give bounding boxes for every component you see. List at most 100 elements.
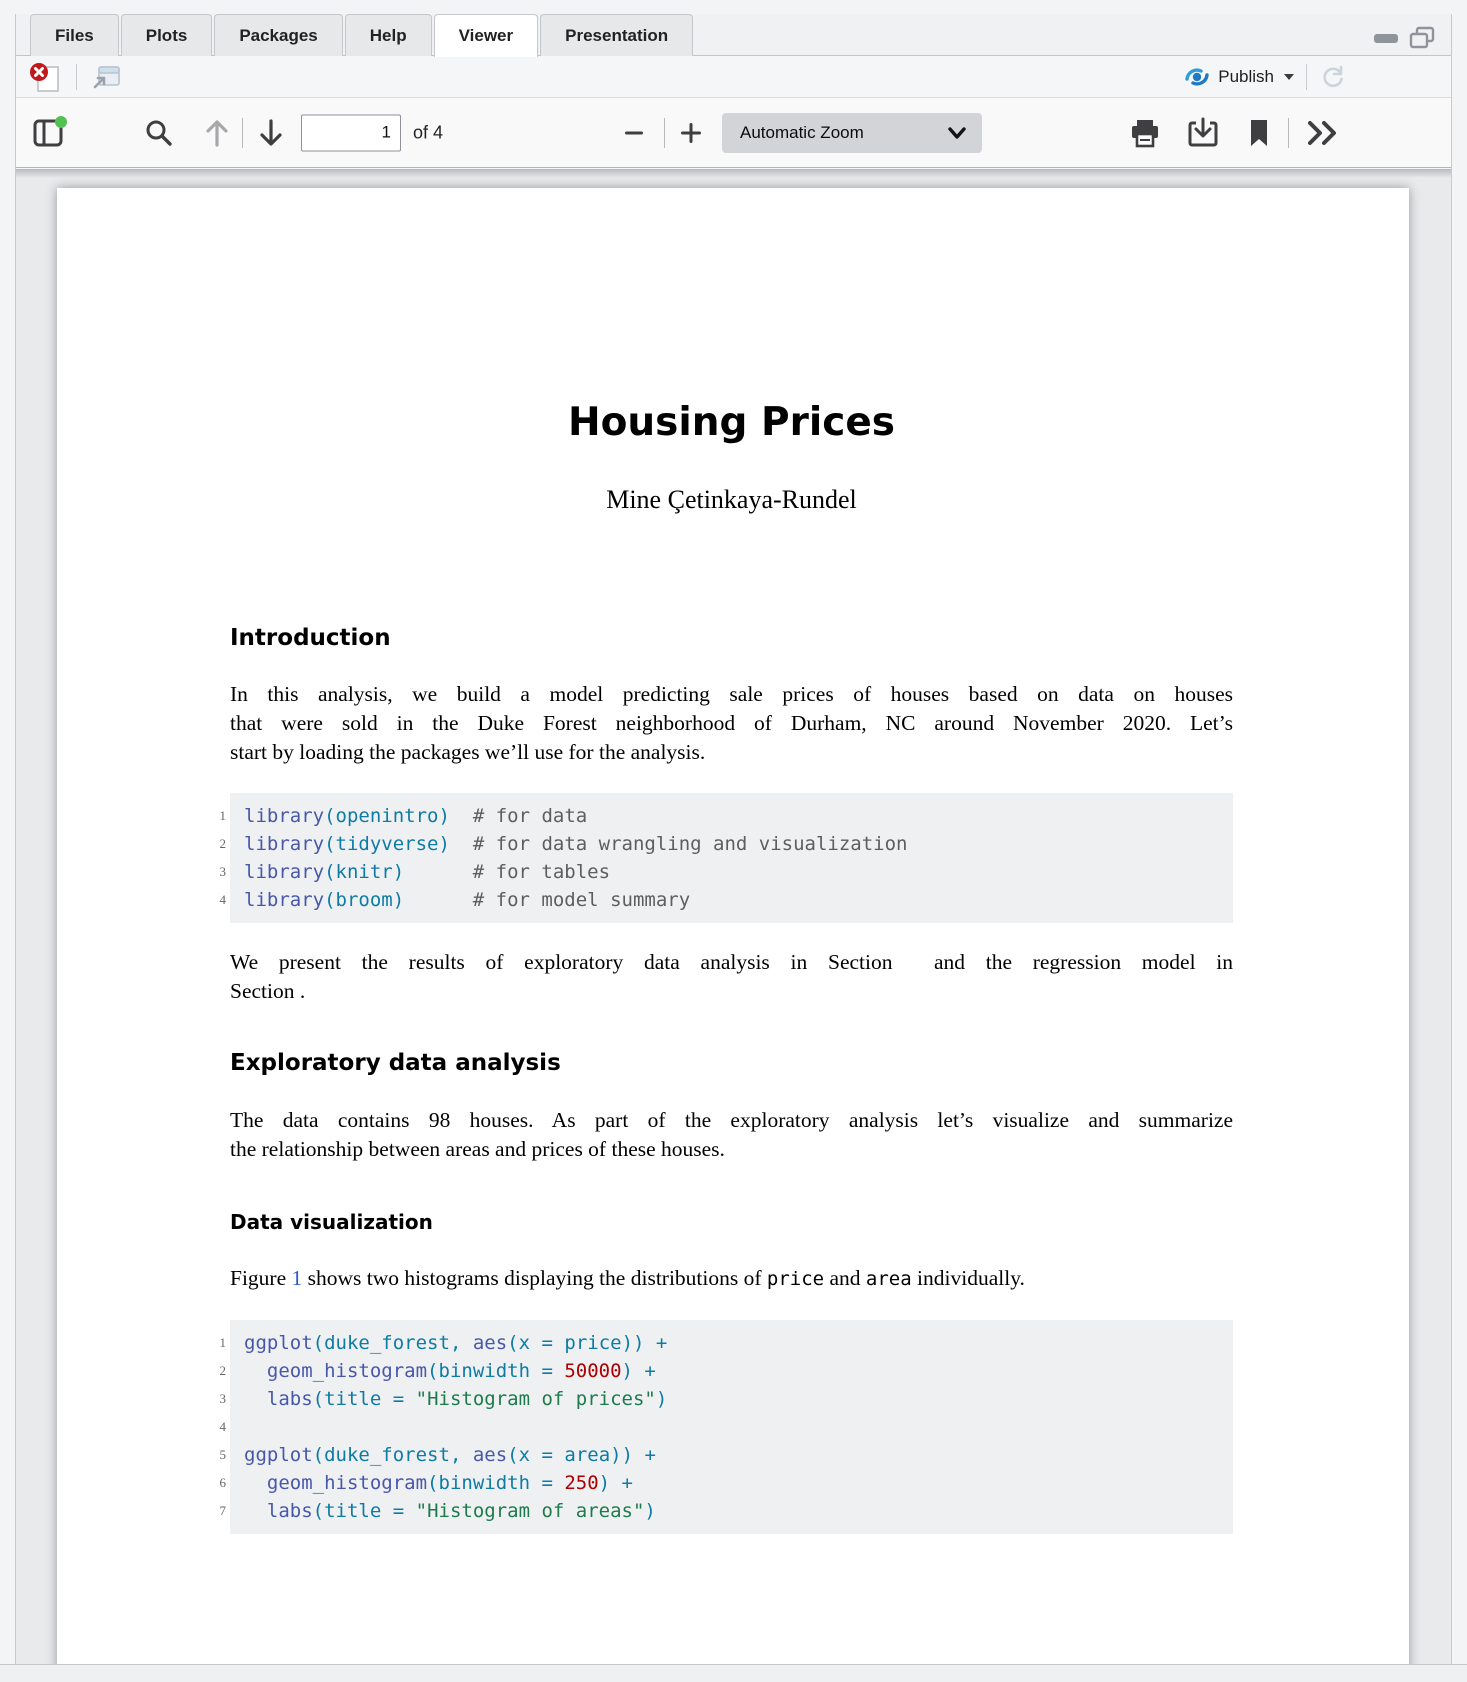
zoom-select[interactable]: Automatic Zoom	[722, 113, 982, 153]
zoom-in-icon[interactable]	[676, 118, 706, 148]
text-line: that were sold in the Duke Forest neighb…	[230, 709, 1233, 738]
code-line: 7 labs(title = "Histogram of areas")	[244, 1497, 1233, 1525]
text-segment: start by loading the packages we’ll use …	[230, 740, 705, 764]
tabs: FilesPlotsPackagesHelpViewerPresentation	[30, 14, 695, 56]
toolbar-separator	[1306, 64, 1307, 90]
viewer-toolbar-left	[28, 56, 121, 98]
pane-tab-bar: FilesPlotsPackagesHelpViewerPresentation	[16, 14, 1451, 56]
line-number: 2	[192, 1357, 226, 1385]
text-line: Section .	[230, 977, 1233, 1006]
refresh-icon[interactable]	[1319, 63, 1347, 91]
save-icon[interactable]	[1186, 117, 1220, 149]
code-line: 3library(knitr) # for tables	[244, 858, 1233, 886]
line-number: 1	[192, 1329, 226, 1357]
code-line: 4	[244, 1413, 1233, 1441]
text-line: start by loading the packages we’ll use …	[230, 738, 1233, 767]
next-page-icon[interactable]	[256, 117, 286, 149]
line-number: 7	[192, 1497, 226, 1525]
text-segment: The data contains 98 houses. As part of …	[230, 1108, 1233, 1132]
publish-caret-icon	[1284, 74, 1294, 80]
line-number: 4	[192, 1413, 226, 1441]
figure-reference-link[interactable]: 1	[292, 1266, 303, 1290]
chevron-down-icon	[946, 125, 968, 141]
line-number: 3	[192, 1385, 226, 1413]
text-segment: the relationship between areas and price…	[230, 1137, 725, 1161]
text-segment: Section .	[230, 979, 305, 1003]
text-segment: individually.	[912, 1266, 1025, 1290]
publish-button[interactable]: Publish	[1184, 66, 1294, 88]
tab-help[interactable]: Help	[345, 14, 432, 56]
code-block-histograms: 1ggplot(duke_forest, aes(x = price)) +2 …	[230, 1320, 1233, 1534]
pdf-viewer-area[interactable]: Housing Prices Mine Çetinkaya-Rundel Int…	[16, 169, 1451, 1664]
tab-presentation[interactable]: Presentation	[540, 14, 693, 56]
viewer-toolbar: Publish	[16, 56, 1451, 98]
bookmark-icon[interactable]	[1246, 117, 1272, 149]
document-title: Housing Prices	[230, 400, 1233, 445]
text-segment: In this analysis, we build a model predi…	[230, 682, 1233, 706]
tab-viewer[interactable]: Viewer	[434, 14, 539, 57]
text-segment: and	[824, 1266, 866, 1290]
line-number: 4	[192, 886, 226, 914]
print-icon[interactable]	[1128, 117, 1162, 149]
pane-bottom-edge	[0, 1664, 1467, 1682]
page-number-input[interactable]	[301, 114, 401, 151]
window-controls	[1373, 26, 1435, 50]
code-line: 2library(tidyverse) # for data wrangling…	[244, 830, 1233, 858]
code-line: 6 geom_histogram(binwidth = 250) +	[244, 1469, 1233, 1497]
minimize-pane-icon[interactable]	[1373, 31, 1399, 45]
text-line: Figure 1 shows two histograms displaying…	[230, 1264, 1233, 1294]
zoom-out-icon[interactable]	[620, 119, 648, 147]
search-icon[interactable]	[144, 118, 174, 148]
text-segment: We present the results of exploratory da…	[230, 950, 1233, 974]
code-line: 5ggplot(duke_forest, aes(x = area)) +	[244, 1441, 1233, 1469]
line-number: 1	[192, 802, 226, 830]
paragraph: In this analysis, we build a model predi…	[230, 680, 1233, 767]
subsection-heading-dataviz: Data visualization	[230, 1210, 433, 1234]
zoom-select-label: Automatic Zoom	[722, 123, 946, 143]
more-tools-icon[interactable]	[1304, 118, 1342, 148]
pdf-page: Housing Prices Mine Çetinkaya-Rundel Int…	[57, 188, 1409, 1664]
tab-files[interactable]: Files	[30, 14, 119, 56]
maximize-pane-icon[interactable]	[1409, 26, 1435, 50]
code-line: 2 geom_histogram(binwidth = 50000) +	[244, 1357, 1233, 1385]
text-segment: price	[767, 1268, 824, 1290]
text-line: the relationship between areas and price…	[230, 1135, 1233, 1164]
open-in-new-window-icon[interactable]	[91, 63, 121, 91]
text-segment: shows two histograms displaying the dist…	[302, 1266, 767, 1290]
tab-packages[interactable]: Packages	[214, 14, 342, 56]
previous-page-icon[interactable]	[202, 117, 232, 149]
toolbar-separator	[242, 118, 243, 148]
code-line: 3 labs(title = "Histogram of prices")	[244, 1385, 1233, 1413]
toolbar-separator	[664, 118, 665, 148]
section-heading-eda: Exploratory data analysis	[230, 1050, 561, 1076]
toolbar-separator	[1288, 118, 1289, 148]
sidebar-toggle-icon[interactable]	[30, 115, 70, 151]
code-line: 4library(broom) # for model summary	[244, 886, 1233, 914]
code-line: 1ggplot(duke_forest, aes(x = price)) +	[244, 1329, 1233, 1357]
text-line: In this analysis, we build a model predi…	[230, 680, 1233, 709]
document-author: Mine Çetinkaya-Rundel	[230, 485, 1233, 515]
publish-label: Publish	[1218, 67, 1274, 87]
viewer-toolbar-right: Publish	[1184, 56, 1347, 98]
publish-icon	[1184, 66, 1210, 88]
line-number: 5	[192, 1441, 226, 1469]
text-segment: area	[866, 1268, 912, 1290]
pdf-toolbar: of 4 Automatic Zoom	[16, 98, 1451, 168]
page-count-label: of 4	[413, 122, 443, 143]
paragraph: We present the results of exploratory da…	[230, 948, 1233, 1006]
rstudio-viewer-pane: FilesPlotsPackagesHelpViewerPresentation	[0, 0, 1467, 1682]
tab-plots[interactable]: Plots	[121, 14, 213, 56]
code-line: 1library(openintro) # for data	[244, 802, 1233, 830]
section-heading-introduction: Introduction	[230, 625, 391, 651]
text-line: The data contains 98 houses. As part of …	[230, 1106, 1233, 1135]
text-segment: Figure	[230, 1266, 292, 1290]
toolbar-separator	[76, 64, 77, 90]
text-segment: that were sold in the Duke Forest neighb…	[230, 711, 1233, 735]
paragraph: Figure 1 shows two histograms displaying…	[230, 1264, 1233, 1294]
paragraph: The data contains 98 houses. As part of …	[230, 1106, 1233, 1164]
close-document-icon[interactable]	[28, 61, 62, 93]
line-number: 2	[192, 830, 226, 858]
pane: FilesPlotsPackagesHelpViewerPresentation	[15, 14, 1452, 1664]
line-number: 3	[192, 858, 226, 886]
code-block-libraries: 1library(openintro) # for data2library(t…	[230, 793, 1233, 923]
